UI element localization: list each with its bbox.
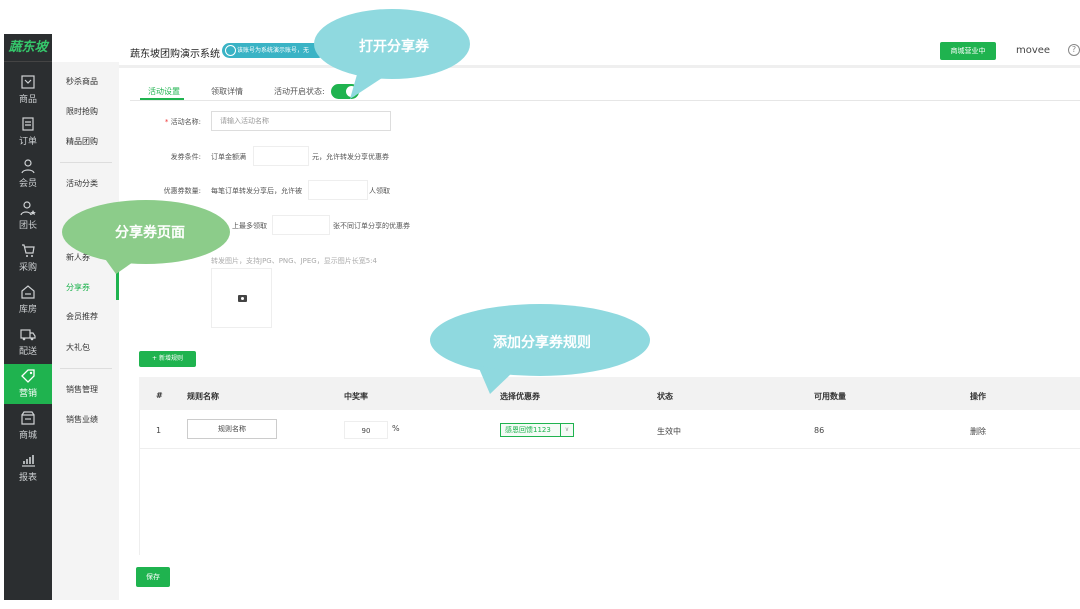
sidebar-item-goods[interactable]: 商品	[4, 70, 52, 110]
win-rate-input[interactable]: 90	[344, 421, 388, 439]
claim-limit-input[interactable]	[272, 215, 330, 235]
tab-claim-details[interactable]: 领取详情	[211, 86, 243, 97]
user-name[interactable]: movee	[1016, 45, 1050, 56]
info-icon	[225, 45, 236, 56]
order-amount-input[interactable]	[253, 146, 309, 166]
shop-status-button[interactable]: 商城营业中	[940, 42, 996, 60]
coupon-select-value: 感恩回馈1123	[505, 426, 551, 434]
order-icon	[22, 117, 34, 131]
claim-limit-suffix: 张不同订单分享的优惠券	[333, 222, 410, 230]
sidebar-item-delivery[interactable]: 配送	[4, 322, 52, 362]
sidebar-item-label: 订单	[18, 137, 37, 147]
win-rate-unit: %	[392, 424, 400, 433]
activity-name-label-text: 活动名称:	[170, 118, 201, 126]
delete-link[interactable]: 删除	[970, 426, 986, 437]
subnav-item-member-referral[interactable]: 会员推荐	[66, 311, 98, 322]
column-action: 操作	[970, 392, 986, 401]
column-win-rate: 中奖率	[344, 392, 368, 401]
sidebar-item-leader[interactable]: 团长	[4, 196, 52, 236]
callout-open-text: 打开分享券	[359, 39, 429, 55]
subnav-item-sales-management[interactable]: 销售管理	[66, 384, 98, 395]
goods-icon	[21, 75, 35, 89]
app-title: 蔬东坡团购演示系统	[130, 49, 220, 60]
column-index: #	[156, 391, 163, 400]
activity-name-label: * 活动名称:	[121, 117, 201, 127]
warehouse-icon	[21, 285, 35, 299]
header-divider	[119, 65, 1080, 68]
subnav-item-limited-sale[interactable]: 限时抢购	[66, 106, 98, 117]
issue-condition-prefix: 订单金额满	[211, 153, 246, 161]
sidebar-item-label: 库房	[18, 305, 37, 315]
marketing-icon	[21, 369, 35, 383]
sidebar-item-label: 商品	[18, 95, 37, 105]
activity-name-input[interactable]: 请输入活动名称	[211, 111, 391, 131]
app-logo: 蔬东坡	[4, 34, 52, 62]
subnav-divider	[60, 162, 112, 163]
help-icon[interactable]: ?	[1068, 44, 1080, 56]
coupon-count-suffix: 人领取	[369, 187, 390, 195]
column-status: 状态	[657, 392, 673, 401]
claim-count-input[interactable]	[308, 180, 368, 200]
subnav-item-flash-sale[interactable]: 秒杀商品	[66, 76, 98, 87]
rule-name-input[interactable]: 规则名称	[187, 419, 277, 439]
sidebar-item-member[interactable]: 会员	[4, 154, 52, 194]
sidebar-item-label: 会员	[18, 179, 37, 189]
tab-activity-settings[interactable]: 活动设置	[148, 86, 180, 97]
sidebar-item-report[interactable]: 报表	[4, 448, 52, 488]
row-index: 1	[156, 426, 162, 435]
callout-open-share-coupon	[314, 9, 470, 99]
sidebar-item-label: 营销	[18, 389, 37, 399]
sidebar-item-purchase[interactable]: 采购	[4, 238, 52, 278]
chevron-down-icon: ∨	[560, 424, 573, 436]
table-row	[139, 411, 1080, 449]
callout-page-text: 分享券页面	[115, 225, 185, 241]
subnav-active-indicator	[116, 272, 119, 300]
leader-icon	[20, 201, 36, 216]
sidebar-item-warehouse[interactable]: 库房	[4, 280, 52, 320]
member-icon	[21, 159, 35, 174]
sidebar-item-label: 团长	[18, 221, 37, 231]
camera-icon	[238, 295, 247, 302]
available-count: 86	[814, 426, 825, 435]
column-available: 可用数量	[814, 392, 846, 401]
delivery-icon	[20, 329, 36, 341]
save-button[interactable]: 保存	[136, 567, 170, 587]
sidebar-item-mall[interactable]: 商城	[4, 406, 52, 446]
coupon-count-label: 优惠券数量:	[163, 187, 201, 195]
report-icon	[22, 455, 35, 467]
subnav-item-sales-performance[interactable]: 销售业绩	[66, 414, 98, 425]
coupon-select[interactable]: 感恩回馈1123 ∨	[500, 423, 574, 437]
sidebar-item-label: 商城	[18, 431, 37, 441]
subnav-item-group-buy[interactable]: 精品团购	[66, 136, 98, 147]
add-rule-button[interactable]: + 新增规则	[139, 351, 196, 367]
sidebar-item-label: 报表	[18, 473, 37, 483]
column-rule-name: 规则名称	[187, 392, 219, 401]
demo-account-text: 该账号为系统演示账号，无	[237, 47, 310, 54]
subnav-divider	[60, 368, 112, 369]
sidebar-item-label: 采购	[18, 263, 37, 273]
sidebar-item-marketing[interactable]: 营销	[4, 364, 52, 404]
purchase-icon	[22, 244, 35, 257]
issue-condition-suffix: 元，允许转发分享优惠券	[312, 153, 389, 161]
subnav-item-gift-pack[interactable]: 大礼包	[66, 342, 90, 353]
coupon-count-prefix: 每笔订单转发分享后，允许被	[211, 187, 302, 195]
rule-status: 生效中	[657, 427, 681, 436]
table-border	[139, 410, 140, 555]
sidebar-item-label: 配送	[18, 347, 37, 357]
image-upload-box[interactable]	[211, 268, 272, 328]
subnav-item-share-coupon[interactable]: 分享券	[66, 282, 90, 293]
sidebar-item-order[interactable]: 订单	[4, 112, 52, 152]
tab-divider	[130, 100, 1080, 101]
callout-add-rule-text: 添加分享券规则	[493, 335, 591, 351]
mall-icon	[21, 411, 35, 425]
subnav-item-category[interactable]: 活动分类	[66, 178, 98, 189]
issue-condition-label: 发券条件:	[170, 153, 201, 161]
